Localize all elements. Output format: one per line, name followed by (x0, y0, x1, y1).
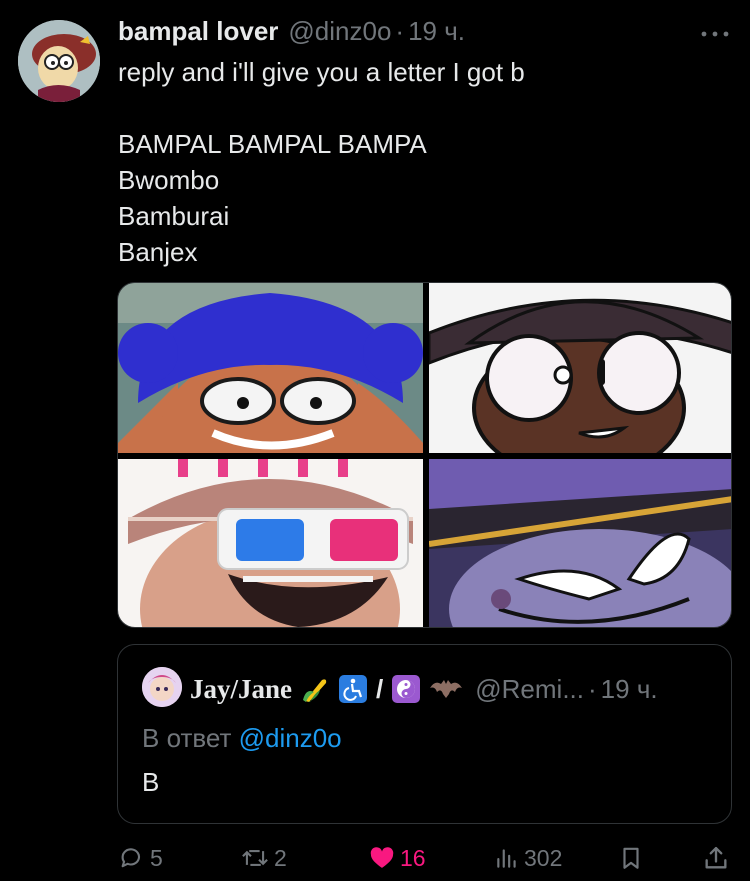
post-text-line: Bamburai (118, 201, 230, 231)
quoted-author-avatar[interactable] (142, 667, 182, 707)
repost-count: 2 (274, 844, 287, 871)
post-text-line: reply and i'll give you a letter I got b (118, 57, 525, 87)
media-image-black-hat[interactable] (429, 283, 731, 453)
replying-to-prefix: В ответ (142, 723, 232, 753)
action-bar: 5 2 16 302 (0, 840, 750, 876)
bookmark-button[interactable] (618, 840, 644, 876)
author-name[interactable]: bampal lover (118, 16, 278, 47)
views-chart-icon (497, 849, 516, 868)
separator-dot: · (395, 16, 405, 46)
separator-dot: · (588, 673, 597, 704)
quoted-author-name[interactable]: Jay/Jane (190, 674, 292, 705)
media-image-blue-beanie[interactable] (118, 283, 423, 453)
like-button[interactable]: 16 (368, 840, 426, 876)
post-text-line: Banjex (118, 237, 198, 267)
more-options-icon[interactable] (698, 24, 732, 44)
post-text-line: Bwombo (118, 165, 220, 195)
bookmark-icon (623, 847, 639, 869)
replying-to: В ответ @dinz0o (142, 723, 342, 754)
media-grid (117, 282, 732, 628)
post-text: reply and i'll give you a letter I got b… (118, 54, 728, 270)
view-count: 302 (524, 844, 563, 871)
post-time[interactable]: 19 ч. (408, 16, 465, 47)
corn-icon (300, 674, 330, 704)
reply-button[interactable]: 5 (118, 840, 163, 876)
post-text-line: BAMPAL BAMPAL BAMPA (118, 129, 427, 159)
reply-count: 5 (150, 844, 163, 871)
bat-icon (429, 674, 463, 704)
reply-icon (121, 848, 141, 868)
quoted-post-text: B (142, 767, 160, 797)
author-avatar[interactable] (18, 20, 100, 102)
repost-button[interactable]: 2 (240, 840, 287, 876)
quoted-post-time[interactable]: 19 ч. (601, 674, 658, 705)
quoted-reply-card[interactable]: Jay/Jane / @Remi... · 19 ч. В ответ @din… (117, 644, 732, 824)
media-image-3d-glasses[interactable] (118, 459, 423, 627)
author-handle[interactable]: @dinz0o (288, 16, 391, 47)
views-button[interactable]: 302 (494, 840, 562, 876)
repost-icon (242, 850, 268, 866)
media-image-purple-hat[interactable] (429, 459, 731, 627)
post-header: bampal lover @dinz0o · 19 ч. (118, 16, 465, 50)
share-icon (705, 846, 727, 869)
like-count: 16 (400, 844, 426, 871)
share-button[interactable] (702, 840, 730, 876)
replying-to-mention[interactable]: @dinz0o (239, 723, 342, 753)
quoted-name-slash: / (376, 673, 384, 704)
wheelchair-icon (338, 674, 368, 704)
quoted-author-handle[interactable]: @Remi... (475, 674, 584, 705)
quoted-header: Jay/Jane / @Remi... · 19 ч. (190, 671, 658, 707)
heart-filled-icon (370, 847, 394, 868)
yin-yang-icon (391, 674, 421, 704)
